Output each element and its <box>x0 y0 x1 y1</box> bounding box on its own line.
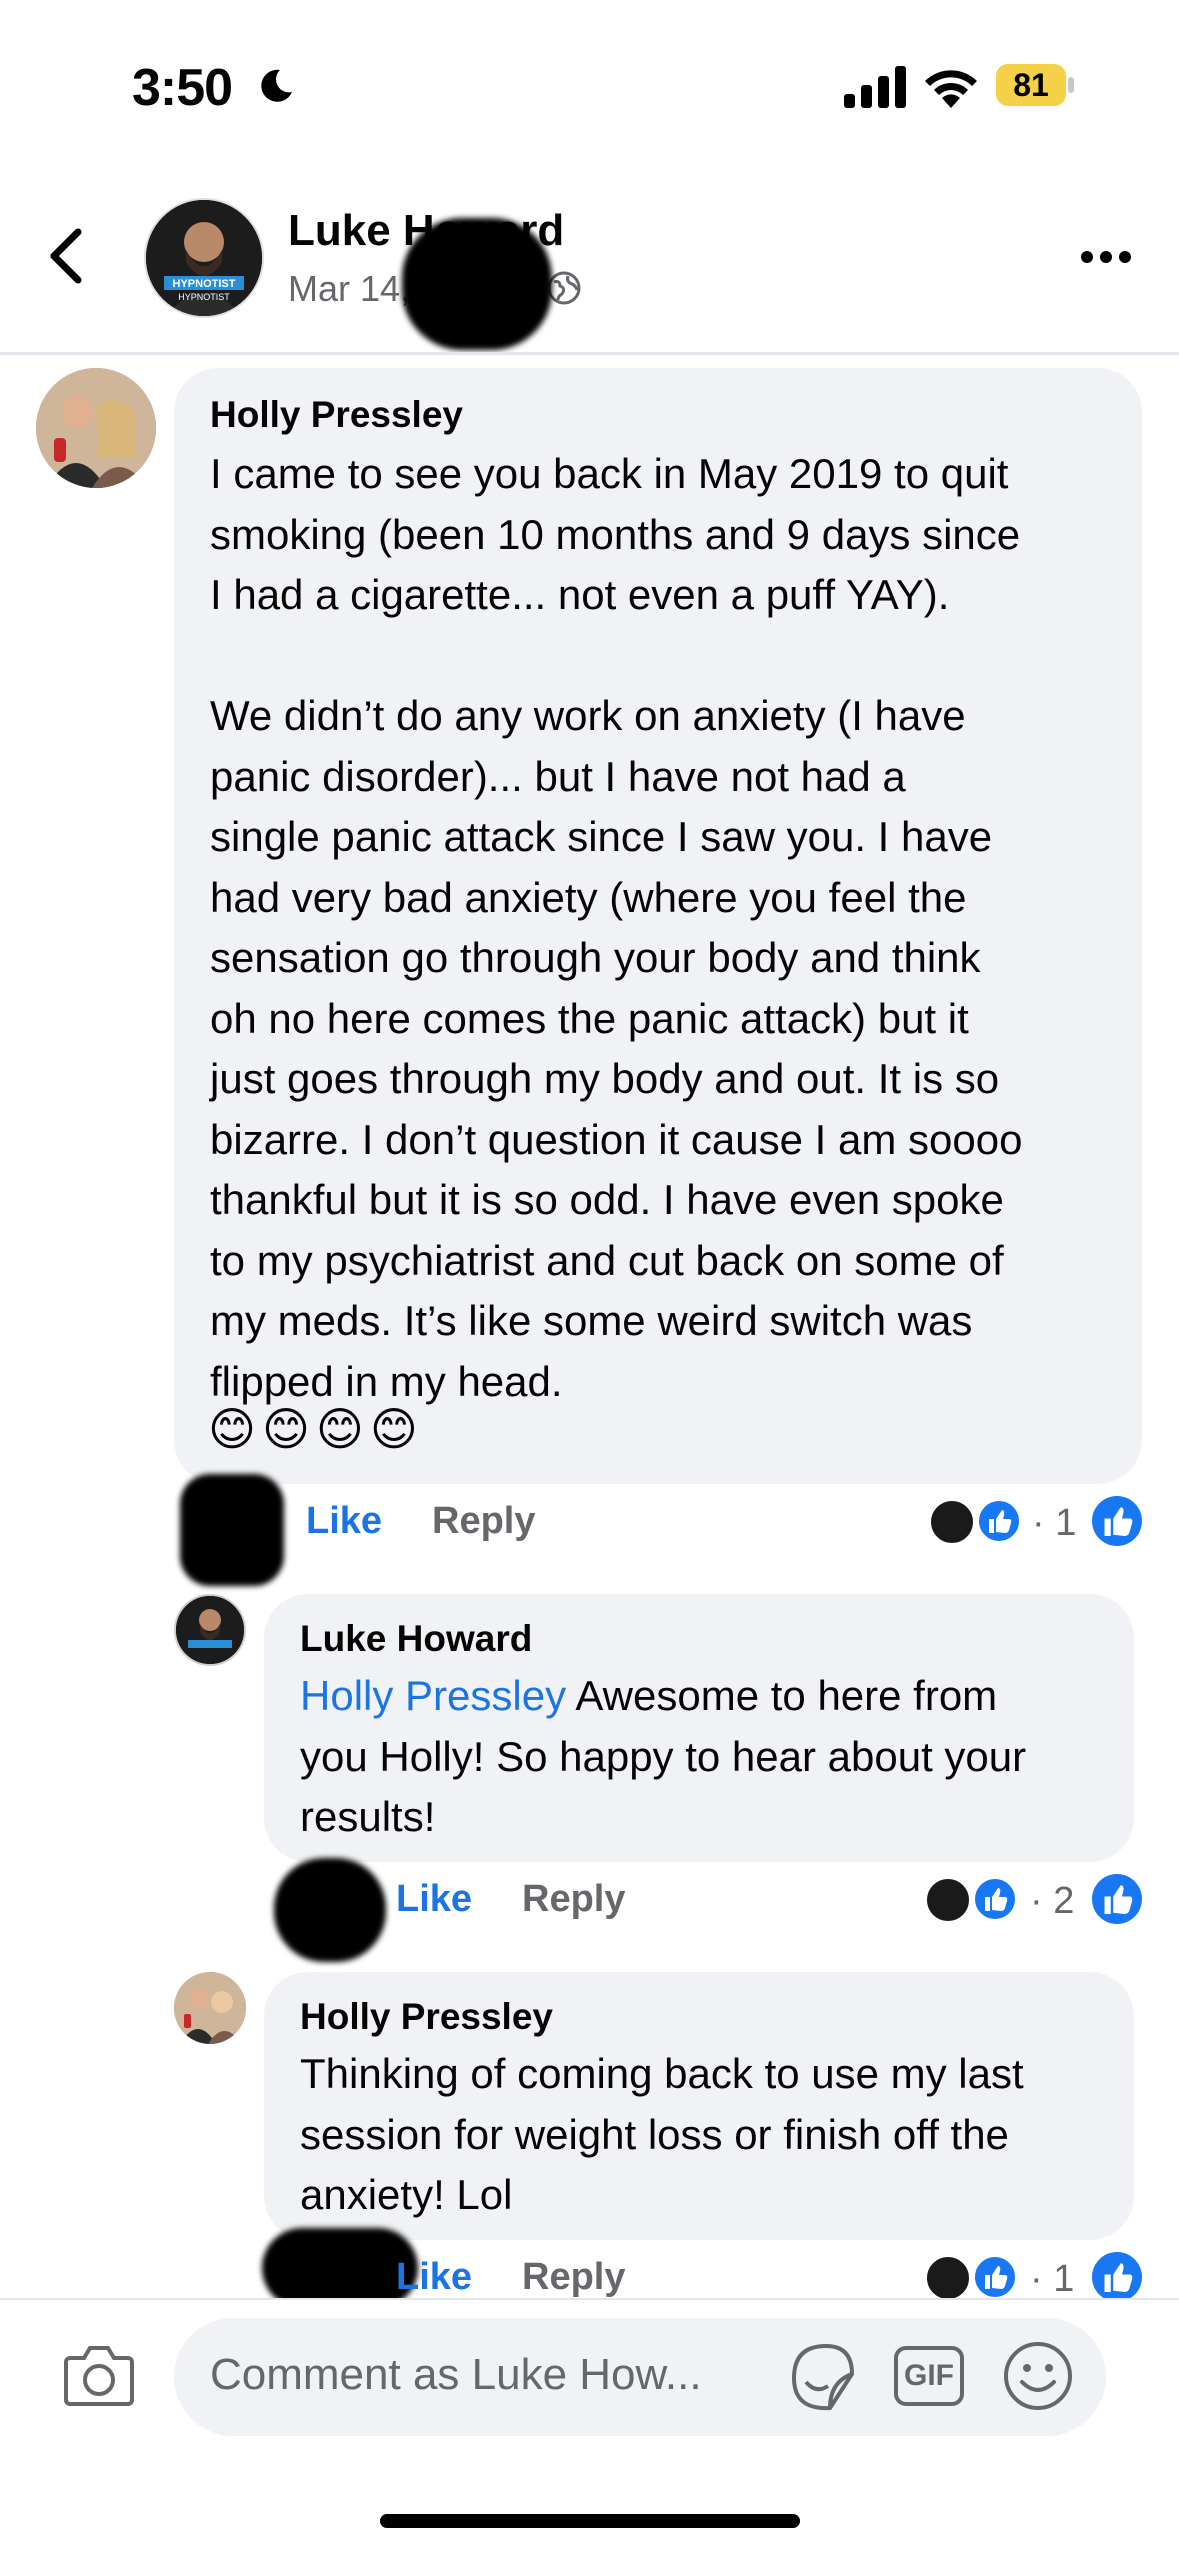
like-button[interactable]: Like <box>396 2256 472 2299</box>
comment-text: Thinking of coming back to use my last s… <box>300 2050 1024 2218</box>
comment-bubble[interactable]: Holly Pressley Thinking of coming back t… <box>264 1972 1134 2240</box>
camera-icon[interactable] <box>62 2342 136 2408</box>
like-icon[interactable] <box>1092 2252 1142 2302</box>
comment-author[interactable]: Luke Howard <box>300 1618 532 1660</box>
battery-level: 81 <box>1013 67 1049 103</box>
wifi-icon <box>925 70 977 108</box>
reactor-avatar <box>928 1498 976 1546</box>
comment-author[interactable]: Holly Pressley <box>300 1996 553 2038</box>
reply-button[interactable]: Reply <box>522 2256 625 2299</box>
redaction <box>262 2228 418 2308</box>
avatar-text-2: HYPNOTIST <box>178 292 230 302</box>
status-time: 3:50 <box>132 59 233 117</box>
composer-divider <box>0 2298 1179 2300</box>
comment-text: I came to see you back in May 2019 to qu… <box>210 450 1023 1405</box>
avatar[interactable] <box>174 1972 246 2044</box>
header-avatar[interactable]: HYPNOTIST HYPNOTIST <box>144 198 264 318</box>
header-divider <box>0 352 1179 355</box>
avatar-text-1: HYPNOTIST <box>173 278 236 290</box>
comment-bubble[interactable]: Luke Howard Holly Pressley Awesome to he… <box>264 1594 1134 1862</box>
like-button[interactable]: Like <box>306 1500 382 1543</box>
like-button[interactable]: Like <box>396 1878 472 1921</box>
sticker-icon[interactable] <box>786 2338 860 2418</box>
like-reaction-icon <box>976 1498 1022 1544</box>
comment-emoji: 😊😊😊😊 <box>208 1403 424 1455</box>
battery-icon: 81 <box>996 64 1074 106</box>
moon-icon <box>261 69 292 102</box>
gif-label: GIF <box>904 2359 954 2392</box>
avatar[interactable] <box>36 368 156 488</box>
reactor-avatar <box>924 1876 972 1924</box>
more-icon[interactable] <box>1080 250 1132 264</box>
reactor-avatar <box>924 2254 972 2302</box>
reaction-count[interactable]: · 1 <box>1030 2258 1074 2301</box>
comment-bubble[interactable]: Holly Pressley I came to see you back in… <box>174 368 1142 1484</box>
comment-author[interactable]: Holly Pressley <box>210 394 463 436</box>
redaction <box>402 218 552 350</box>
emoji-icon[interactable] <box>1002 2340 1074 2412</box>
comment-text: Holly Pressley Awesome to here from you … <box>300 1666 1130 1848</box>
reply-button[interactable]: Reply <box>432 1500 535 1543</box>
like-reaction-icon <box>972 1876 1018 1922</box>
comment-input[interactable]: Comment as Luke How... <box>210 2350 702 2400</box>
back-icon[interactable] <box>46 226 86 286</box>
avatar[interactable] <box>174 1594 246 1666</box>
like-icon[interactable] <box>1092 1874 1142 1924</box>
mention-link[interactable]: Holly Pressley <box>300 1672 566 1719</box>
like-icon[interactable] <box>1092 1496 1142 1546</box>
gif-icon[interactable]: GIF <box>894 2346 964 2406</box>
redaction <box>274 1858 386 1962</box>
home-indicator <box>380 2514 800 2528</box>
redaction <box>180 1474 284 1586</box>
like-reaction-icon <box>972 2254 1018 2300</box>
signal-icon <box>844 66 906 108</box>
reply-button[interactable]: Reply <box>522 1878 625 1921</box>
reaction-count[interactable]: · 2 <box>1030 1880 1074 1923</box>
reaction-count[interactable]: · 1 <box>1032 1502 1076 1545</box>
